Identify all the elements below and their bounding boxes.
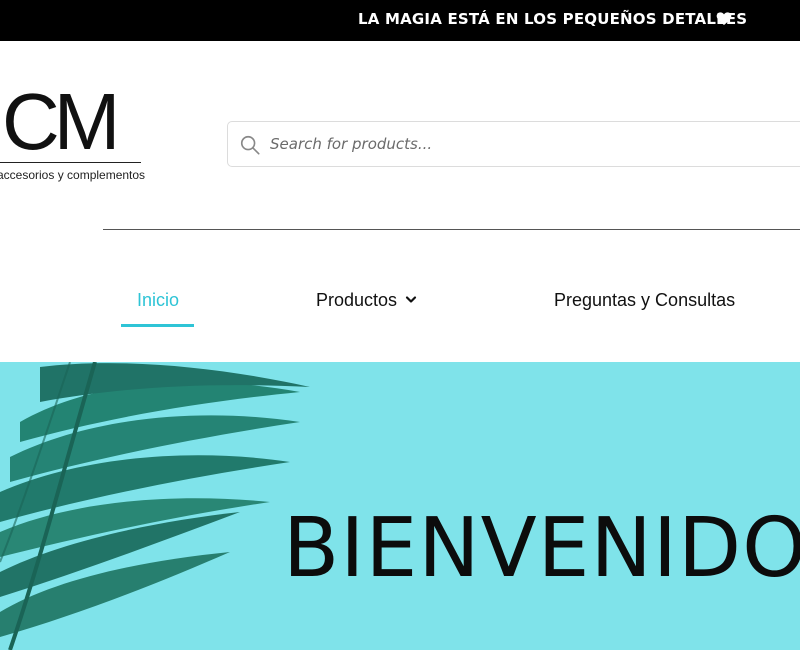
nav-item-preguntas-y-consultas[interactable]: Preguntas y Consultas — [554, 290, 735, 311]
nav-item-inicio[interactable]: Inicio — [137, 290, 179, 311]
logo-divider — [0, 162, 141, 163]
search-box[interactable] — [227, 121, 800, 167]
logo-mark: CM — [2, 77, 120, 166]
hero-title: BIENVENIDOS — [283, 501, 800, 596]
search-input[interactable] — [270, 122, 790, 166]
announcement-bar: LA MAGIA ESTÁ EN LOS PEQUEÑOS DETALLES — [0, 0, 800, 41]
header-divider — [103, 229, 800, 230]
palm-leaf-image — [0, 362, 310, 650]
logo[interactable]: CM accesorios y complementos — [0, 82, 146, 188]
hero-banner: BIENVENIDOS — [0, 362, 800, 650]
announcement-text: LA MAGIA ESTÁ EN LOS PEQUEÑOS DETALLES — [358, 10, 748, 28]
nav-active-underline — [121, 324, 194, 327]
logo-tagline: accesorios y complementos — [0, 168, 146, 182]
search-icon[interactable] — [239, 134, 261, 156]
heart-icon — [716, 12, 732, 25]
nav-item-productos[interactable]: Productos — [316, 290, 397, 311]
chevron-down-icon[interactable] — [405, 295, 417, 305]
